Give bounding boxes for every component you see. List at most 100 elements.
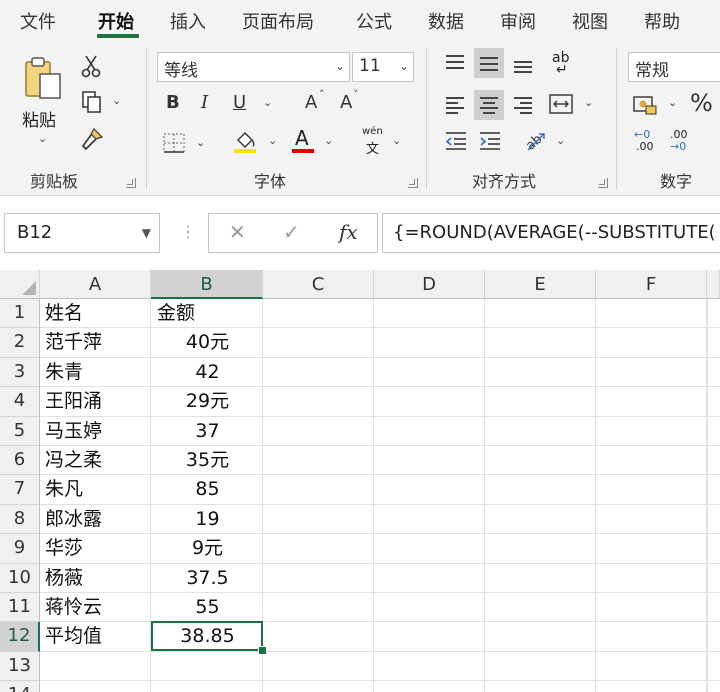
row-header-4[interactable]: 4 xyxy=(0,387,40,417)
row-header-14[interactable]: 14 xyxy=(0,681,40,692)
column-header-a[interactable]: A xyxy=(40,270,151,299)
column-header-f[interactable]: F xyxy=(596,270,707,299)
row-header-2[interactable]: 2 xyxy=(0,328,40,358)
cancel-entry-button[interactable]: ✕ xyxy=(229,220,246,244)
orientation-dropdown-icon[interactable]: ⌄ xyxy=(556,134,565,147)
align-middle-button[interactable] xyxy=(474,48,504,78)
phonetic-guide-button[interactable]: wén 文 ⌄ xyxy=(360,126,408,157)
bold-button[interactable]: B xyxy=(166,92,180,114)
tab-data[interactable]: 数据 xyxy=(428,8,464,34)
row-header-13[interactable]: 13 xyxy=(0,651,40,682)
confirm-entry-button[interactable]: ✓ xyxy=(283,220,300,244)
splitter-handle-icon[interactable]: ⋮ xyxy=(180,222,196,241)
row-header-3[interactable]: 3 xyxy=(0,357,40,388)
cell-b5[interactable]: 37 xyxy=(152,417,263,446)
percent-style-button[interactable]: % xyxy=(690,91,713,115)
phonetic-dropdown-icon[interactable]: ⌄ xyxy=(392,134,401,147)
cell-a8[interactable]: 郎冰露 xyxy=(45,505,102,534)
cell-b3[interactable]: 42 xyxy=(152,358,263,387)
cell-a7[interactable]: 朱凡 xyxy=(45,475,83,504)
decrease-decimal-button[interactable]: .00 →0 xyxy=(670,128,698,156)
fill-color-dropdown-icon[interactable]: ⌄ xyxy=(268,134,277,147)
orientation-button[interactable]: ab ⌄ xyxy=(522,128,570,156)
cell-b2[interactable]: 40元 xyxy=(152,328,263,357)
number-format-select[interactable]: 常规 xyxy=(628,52,720,82)
column-header-e[interactable]: E xyxy=(485,270,596,299)
cell-a11[interactable]: 蒋怜云 xyxy=(45,593,102,622)
tab-page-layout[interactable]: 页面布局 xyxy=(242,8,314,34)
tab-help[interactable]: 帮助 xyxy=(644,8,680,34)
merge-dropdown-icon[interactable]: ⌄ xyxy=(584,96,593,109)
accounting-format-button[interactable]: ⌄ xyxy=(632,92,680,120)
increase-font-size-button[interactable]: A xyxy=(305,92,317,114)
cell-b6[interactable]: 35元 xyxy=(152,446,263,475)
font-size-select[interactable]: 11 ⌄ xyxy=(352,52,414,82)
row-header-1[interactable]: 1 xyxy=(0,299,40,329)
cell-b1[interactable]: 金额 xyxy=(157,299,195,328)
fill-color-button[interactable]: ⌄ xyxy=(232,128,280,156)
increase-indent-button[interactable] xyxy=(478,130,504,156)
row-header-8[interactable]: 8 xyxy=(0,504,40,535)
select-all-button[interactable] xyxy=(0,270,40,299)
decrease-indent-button[interactable] xyxy=(444,130,470,156)
align-bottom-button[interactable] xyxy=(508,48,538,78)
cell-b11[interactable]: 55 xyxy=(152,593,263,622)
borders-button[interactable]: ⌄ xyxy=(162,132,208,156)
tab-home[interactable]: 开始 xyxy=(98,8,134,34)
row-header-6[interactable]: 6 xyxy=(0,446,40,476)
tab-view[interactable]: 视图 xyxy=(572,8,608,34)
increase-decimal-button[interactable]: ←0 .00 xyxy=(634,128,662,156)
format-painter-button[interactable] xyxy=(80,126,106,152)
row-header-12[interactable]: 12 xyxy=(0,622,40,652)
column-header-c[interactable]: C xyxy=(263,270,374,299)
cell-b8[interactable]: 19 xyxy=(152,505,263,534)
row-header-7[interactable]: 7 xyxy=(0,475,40,505)
underline-button[interactable]: U xyxy=(233,92,246,114)
insert-function-button[interactable]: fx xyxy=(339,220,358,244)
column-header-d[interactable]: D xyxy=(374,270,485,299)
tab-file[interactable]: 文件 xyxy=(20,8,56,34)
accounting-dropdown-icon[interactable]: ⌄ xyxy=(668,96,677,109)
row-header-9[interactable]: 9 xyxy=(0,534,40,564)
cell-a2[interactable]: 范千萍 xyxy=(45,328,102,357)
cell-a10[interactable]: 杨薇 xyxy=(45,564,83,593)
tab-review[interactable]: 审阅 xyxy=(500,8,536,34)
fill-handle[interactable] xyxy=(258,645,267,655)
worksheet-grid[interactable]: A B C D E F 1 姓名 金额 2 范千萍 40元 3 朱青 42 4 王阳涌 29元 5 马玉婷 37 6 冯之柔… xyxy=(0,270,720,692)
tab-formulas[interactable]: 公式 xyxy=(356,8,392,34)
cell-b4[interactable]: 29元 xyxy=(152,387,263,416)
cell-b9[interactable]: 9元 xyxy=(152,534,263,563)
clipboard-launcher-icon[interactable] xyxy=(126,178,136,188)
paste-button[interactable]: 粘贴 ⌄ xyxy=(18,52,70,152)
cell-a1[interactable]: 姓名 xyxy=(45,299,83,328)
tab-insert[interactable]: 插入 xyxy=(170,8,206,34)
copy-button[interactable]: ⌄ xyxy=(80,90,124,116)
borders-dropdown-icon[interactable]: ⌄ xyxy=(196,136,205,149)
cell-a12[interactable]: 平均值 xyxy=(45,622,102,651)
font-launcher-icon[interactable] xyxy=(408,178,418,188)
cell-a3[interactable]: 朱青 xyxy=(45,358,83,387)
underline-dropdown-icon[interactable]: ⌄ xyxy=(263,96,272,109)
cut-button[interactable] xyxy=(80,54,104,78)
cell-a9[interactable]: 华莎 xyxy=(45,534,83,563)
name-box[interactable]: B12 ▼ xyxy=(4,213,160,253)
paste-dropdown-icon[interactable]: ⌄ xyxy=(38,132,47,145)
row-header-10[interactable]: 10 xyxy=(0,563,40,593)
cell-b10[interactable]: 37.5 xyxy=(152,564,263,593)
font-color-button[interactable]: A ⌄ xyxy=(290,126,338,156)
cell-b7[interactable]: 85 xyxy=(152,475,263,504)
align-right-button[interactable] xyxy=(508,90,538,120)
row-header-5[interactable]: 5 xyxy=(0,416,40,446)
wrap-text-button[interactable]: ab ↵ xyxy=(550,50,580,80)
column-header-b[interactable]: B xyxy=(151,270,263,299)
copy-dropdown-icon[interactable]: ⌄ xyxy=(112,94,121,107)
italic-button[interactable]: I xyxy=(201,92,208,114)
merge-center-button[interactable]: ⌄ xyxy=(548,92,598,120)
align-left-button[interactable] xyxy=(440,90,470,120)
decrease-font-size-button[interactable]: A xyxy=(340,92,352,114)
font-color-dropdown-icon[interactable]: ⌄ xyxy=(324,134,333,147)
formula-input[interactable]: {=ROUND(AVERAGE(--SUBSTITUTE( xyxy=(382,213,720,253)
row-header-11[interactable]: 11 xyxy=(0,593,40,623)
alignment-launcher-icon[interactable] xyxy=(598,178,608,188)
align-top-button[interactable] xyxy=(440,48,470,78)
